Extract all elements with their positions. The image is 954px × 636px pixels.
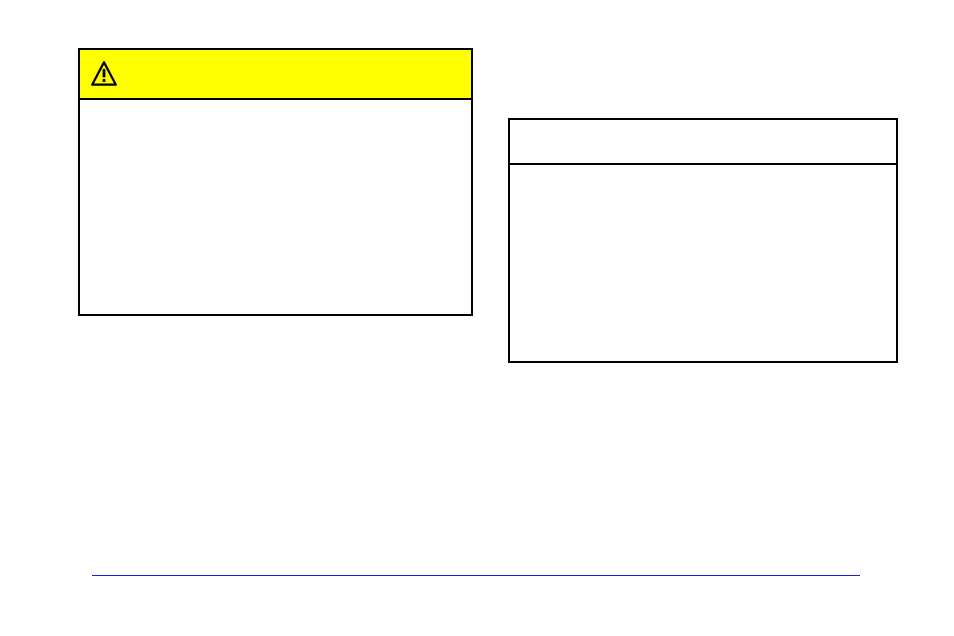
notice-header: NOTICE: xyxy=(510,120,896,165)
caution-body xyxy=(80,100,471,314)
caution-header-label: CAUTION: xyxy=(126,65,204,83)
notice-body xyxy=(510,165,896,361)
caution-header: CAUTION: xyxy=(80,50,471,100)
caution-box: CAUTION: xyxy=(78,48,473,316)
notice-box: NOTICE: xyxy=(508,118,898,363)
page-footer-divider xyxy=(92,575,860,576)
caution-warning-icon xyxy=(90,60,118,88)
